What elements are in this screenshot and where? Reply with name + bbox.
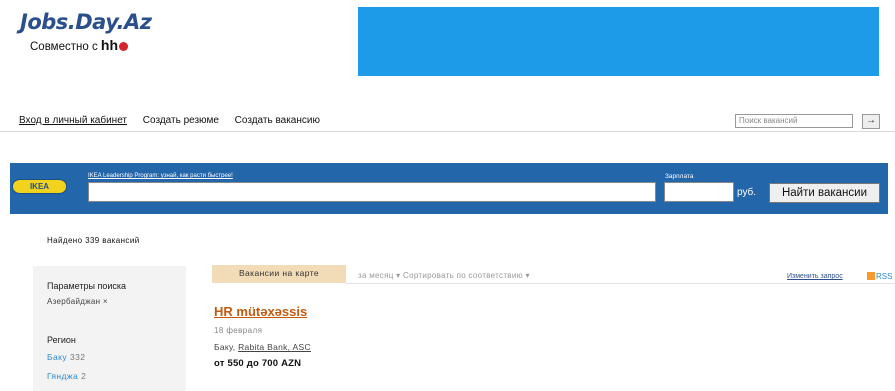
nav-search-button[interactable]: → — [862, 114, 880, 129]
logo-text: Jobs.Day.Az — [20, 10, 152, 34]
country-filter-chip[interactable]: Азербайджан × — [47, 297, 108, 306]
region-name[interactable]: Баку — [47, 352, 67, 362]
find-vacancies-button[interactable]: Найти вакансии — [769, 183, 880, 203]
partner-prefix: Совместно с — [30, 41, 98, 53]
nav-login-link[interactable]: Вход в личный кабинет — [19, 115, 127, 126]
salary-label: Зарплата — [665, 173, 694, 180]
vacancy-salary: от 550 до 700 AZN — [214, 358, 302, 369]
partner-line: Совместно с hh — [30, 37, 129, 53]
chevron-down-icon: ▾ — [525, 271, 530, 280]
region-count: 332 — [69, 352, 86, 362]
nav-search-input[interactable]: Поиск вакансий — [735, 114, 853, 128]
nav-create-resume-link[interactable]: Создать резюме — [143, 115, 219, 126]
site-logo[interactable]: Jobs.Day.Az Совместно с hh — [20, 10, 152, 53]
promo-link[interactable]: IKEA Leadership Program: узнай, как раст… — [88, 173, 233, 179]
salary-input[interactable] — [664, 182, 734, 202]
sort-dropdown[interactable]: Сортировать по соответствию — [403, 271, 523, 280]
vacancy-date: 18 февраля — [214, 326, 263, 335]
change-query-link[interactable]: Изменить запрос — [787, 273, 843, 280]
rss-label: RSS — [876, 272, 893, 281]
query-input[interactable] — [88, 182, 656, 202]
rss-icon — [867, 272, 875, 280]
vacancy-company-link[interactable]: Rabita Bank, ASC — [238, 342, 311, 352]
region-item[interactable]: Баку 332 — [47, 352, 85, 362]
chevron-down-icon: ▾ — [396, 271, 401, 280]
ikea-logo[interactable]: IKEA — [12, 179, 67, 194]
ad-banner[interactable] — [358, 7, 879, 76]
region-title: Регион — [47, 335, 76, 345]
region-count: 2 — [81, 371, 87, 381]
map-tab[interactable]: Вакансии на карте — [212, 265, 346, 283]
currency-label: руб. — [737, 187, 757, 198]
rss-link[interactable]: RSS — [867, 272, 892, 281]
hh-dot-icon — [119, 42, 129, 52]
search-params-title: Параметры поиска — [47, 281, 127, 291]
vacancy-location: Баку, Rabita Bank, ASC — [214, 342, 311, 352]
results-count: Найдено 339 вакансий — [47, 236, 140, 245]
nav-divider — [0, 131, 895, 132]
region-item[interactable]: Гянджа 2 — [47, 371, 86, 381]
hh-logo: hh — [100, 37, 119, 53]
sort-controls: за месяц ▾ Сортировать по соответствию ▾ — [358, 271, 530, 280]
period-dropdown[interactable]: за месяц — [358, 271, 394, 280]
region-name[interactable]: Гянджа — [47, 371, 78, 381]
vacancy-title-link[interactable]: HR mütəxəssis — [214, 304, 307, 319]
top-nav: Вход в личный кабинет Создать резюме Соз… — [19, 115, 333, 126]
filter-sidebar: Параметры поиска Азербайджан × Регион Ба… — [33, 266, 186, 391]
nav-create-vacancy-link[interactable]: Создать вакансию — [235, 115, 320, 126]
vacancy-city: Баку, — [214, 342, 236, 352]
